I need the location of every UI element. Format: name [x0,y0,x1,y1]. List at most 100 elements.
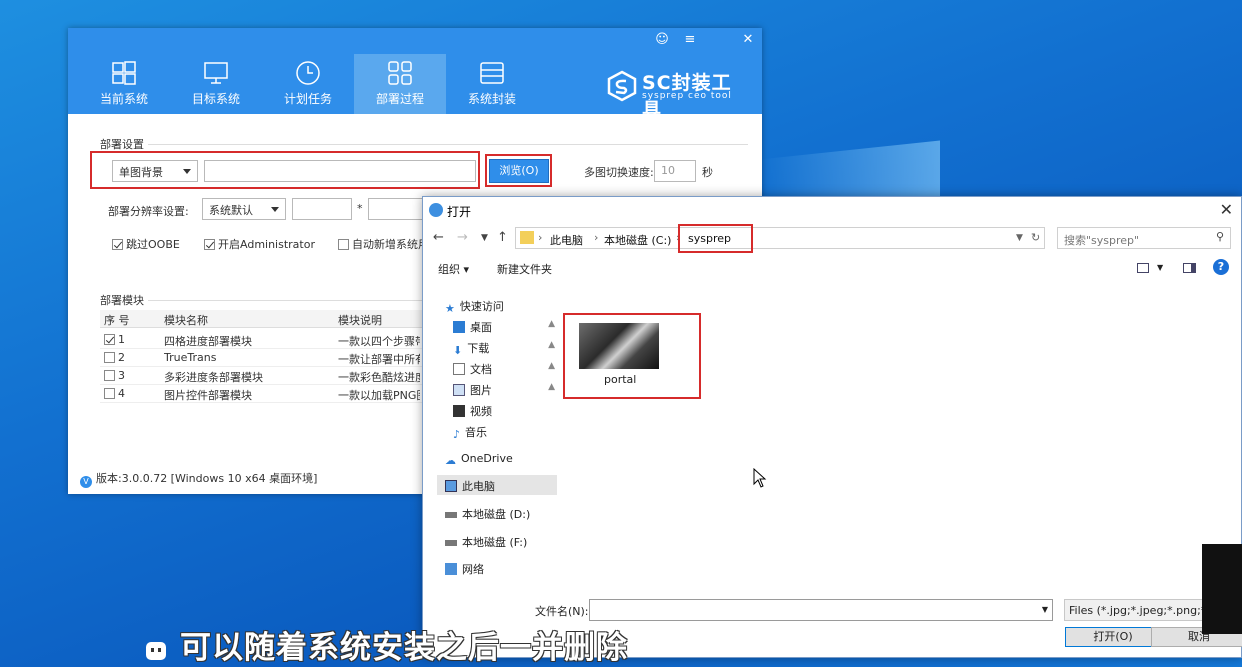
nav-target-system[interactable]: 目标系统 [170,54,262,114]
sidebar-label: 网络 [462,563,484,576]
bilibili-icon [146,642,166,660]
preview-pane-icon[interactable] [1183,263,1196,273]
close-icon[interactable]: ✕ [738,32,758,47]
up-arrow-icon[interactable]: ↑ [497,230,508,245]
user-icon[interactable]: ☺ [652,32,672,47]
filename-label: 文件名(N): [535,605,589,618]
nav-system-package[interactable]: 系统封装 [446,54,538,114]
sidebar-label: 下载 [467,342,490,355]
drive-icon [445,512,457,518]
new-folder-button[interactable]: 新建文件夹 [497,261,552,277]
breadcrumb-this-pc[interactable]: 此电脑 [550,232,583,248]
video-subtitle: 可以随着系统安装之后一并删除 [180,630,628,666]
table-row[interactable]: 3 多彩进度条部署模块 一款彩色酷炫进度 [100,367,460,385]
pictures-icon [453,384,465,396]
row-name: TrueTrans [164,351,217,364]
version-text: 版本:3.0.0.72 [Windows 10 x64 桌面环境] [96,472,318,485]
resolution-width-input[interactable] [292,198,352,220]
sidebar-item-quick-access[interactable]: ★ 快速访问 [441,295,559,315]
checkbox[interactable] [112,239,123,250]
row-no: 4 [118,387,125,400]
filename-input[interactable]: ▼ [589,599,1053,621]
switch-speed-spinner[interactable]: 10 [654,160,696,182]
sidebar-item-network[interactable]: 网络 [441,558,559,578]
check-label: 开启Administrator [218,238,315,251]
switch-speed-value: 10 [661,164,675,177]
chevron-down-icon[interactable]: ▼ [1016,233,1023,243]
open-button[interactable]: 打开(O) [1065,627,1161,647]
checkbox[interactable] [338,239,349,250]
sidebar-item-downloads[interactable]: ⬇ 下载 ▲ [441,337,559,357]
view-options-icon[interactable] [1137,263,1149,273]
pin-icon: ▲ [548,319,555,329]
resolution-height-input[interactable] [368,198,428,220]
checkbox[interactable] [104,352,115,363]
help-icon[interactable]: ? [1213,259,1229,275]
checkbox[interactable] [104,334,115,345]
forward-arrow-icon[interactable]: → [457,230,468,245]
download-icon: ⬇ [453,344,463,357]
sidebar-item-drive-d[interactable]: 本地磁盘 (D:) [441,503,559,523]
refresh-icon[interactable]: ↻ [1031,231,1040,244]
sc-header: ☺ ≡ ✕ 当前系统 目标系统 计划任务 部署过程 系统封装 SC封装工具 sy… [68,28,762,121]
clock-icon [296,61,320,85]
sidebar-item-videos[interactable]: 视频 [441,400,559,420]
filetype-select[interactable]: Files (*.jpg;*.jpeg;*.png;*.bmp) [1064,599,1214,621]
resolution-select[interactable]: 系统默认 [202,198,286,220]
search-input[interactable]: 搜索"sysprep" ⚲ [1057,227,1231,249]
sidebar-item-this-pc[interactable]: 此电脑 [437,475,557,495]
check-auto-add-user[interactable]: 自动新增系统用 [338,236,429,252]
pin-icon: ▲ [548,382,555,392]
chevron-down-icon[interactable]: ▼ [481,233,488,243]
organize-button[interactable]: 组织 ▾ [438,261,469,277]
black-overlay [1202,544,1242,634]
resolution-separator: * [357,202,363,215]
nav-deploy-process[interactable]: 部署过程 [354,54,446,114]
sidebar-item-drive-f[interactable]: 本地磁盘 (F:) [441,531,559,551]
music-icon: ♪ [453,428,461,441]
table-row[interactable]: 4 图片控件部署模块 一款以加载PNG图 [100,385,460,403]
video-icon [453,405,465,417]
sidebar-item-documents[interactable]: 文档 ▲ [441,358,559,378]
logo-subtitle: sysprep ceo tool [642,91,732,101]
check-skip-oobe[interactable]: 跳过OOBE [112,236,180,252]
drive-icon [445,540,457,546]
nav-scheduled-tasks[interactable]: 计划任务 [262,54,354,114]
breadcrumb-drive-c[interactable]: 本地磁盘 (C:) [604,232,671,248]
deploy-settings-title: 部署设置 [100,138,144,151]
pin-icon: ▲ [548,361,555,371]
star-icon: ★ [445,302,455,315]
nav-label: 系统封装 [467,92,516,106]
modules-title: 部署模块 [100,294,144,307]
nav-label: 当前系统 [99,92,148,106]
divider [148,144,748,145]
checkbox[interactable] [104,370,115,381]
sidebar-item-music[interactable]: ♪ 音乐 [441,421,559,441]
sidebar-item-onedrive[interactable]: ☁ OneDrive [441,449,559,469]
menu-icon[interactable]: ≡ [680,32,700,47]
version-bar: V 版本:3.0.0.72 [Windows 10 x64 桌面环境] [80,470,317,488]
checkbox[interactable] [104,388,115,399]
sidebar-label: 文档 [470,363,492,376]
table-row[interactable]: 1 四格进度部署模块 一款以四个步骤带 [100,331,460,349]
computer-icon [445,480,457,492]
chevron-down-icon[interactable]: ▼ [1157,263,1163,272]
highlight-box [90,151,480,189]
row-desc: 一款让部署中所有 [338,353,420,366]
table-header: 序 号 模块名称 模块说明 [100,310,460,328]
back-arrow-icon[interactable]: ← [433,230,444,245]
row-name: 图片控件部署模块 [164,389,252,402]
table-row[interactable]: 2 TrueTrans 一款让部署中所有 [100,349,460,367]
nav-current-system[interactable]: 当前系统 [78,54,170,114]
address-bar[interactable]: › 此电脑 › 本地磁盘 (C:) › sysprep ▼ ↻ [515,227,1045,249]
check-enable-admin[interactable]: 开启Administrator [204,236,315,252]
chevron-down-icon[interactable]: ▼ [1042,605,1048,614]
close-icon[interactable]: ✕ [1220,200,1233,219]
checkbox[interactable] [204,239,215,250]
open-file-dialog: 打开 ✕ ← → ▼ ↑ › 此电脑 › 本地磁盘 (C:) › sysprep… [422,196,1242,658]
windows-icon [112,61,136,85]
row-no: 3 [118,369,125,382]
nav-label: 计划任务 [283,92,332,106]
sidebar-item-pictures[interactable]: 图片 ▲ [441,379,559,399]
sidebar-item-desktop[interactable]: 桌面 ▲ [441,316,559,336]
